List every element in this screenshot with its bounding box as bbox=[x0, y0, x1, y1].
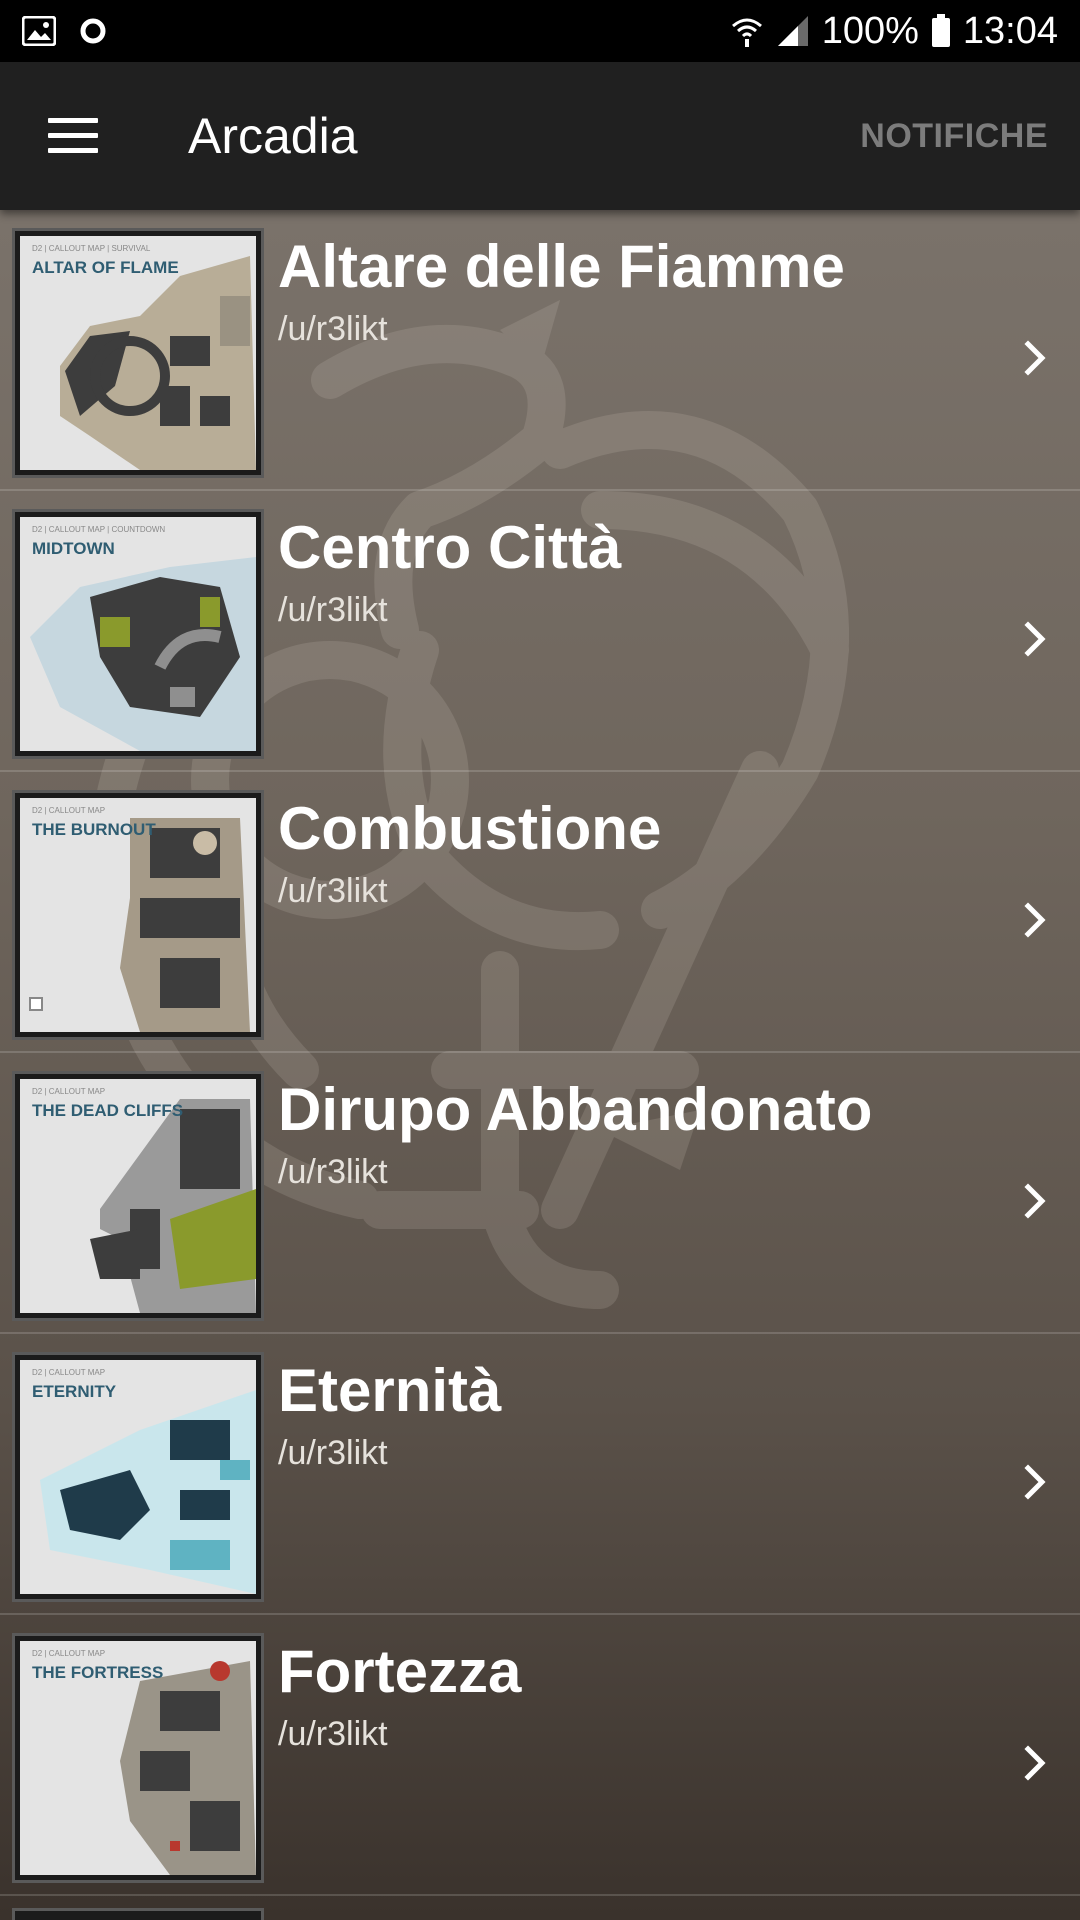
chevron-right-icon bbox=[1024, 1464, 1046, 1500]
thumb-small-label: D2 | CALLOUT MAP | COUNTDOWN bbox=[32, 525, 166, 534]
list-item[interactable]: D2 | CALLOUT MAP | SURVIVAL ALTAR OF FLA… bbox=[0, 210, 1080, 491]
map-thumbnail: D2 | CALLOUT MAP THE DEAD CLIFFS bbox=[12, 1071, 264, 1321]
map-author: /u/r3likt bbox=[278, 1434, 388, 1472]
thumb-map-label: THE BURNOUT bbox=[32, 820, 156, 839]
chevron-right-icon bbox=[1024, 1745, 1046, 1781]
status-left bbox=[22, 16, 108, 46]
map-author: /u/r3likt bbox=[278, 591, 388, 629]
map-title: Fortezza bbox=[278, 1638, 522, 1705]
map-author: /u/r3likt bbox=[278, 310, 388, 348]
map-title: Centro Città bbox=[278, 514, 622, 581]
list-item[interactable]: D2 | CALLOUT MAP ETERNITY Eternità /u/r3… bbox=[0, 1334, 1080, 1615]
thumb-map-label: THE DEAD CLIFFS bbox=[32, 1101, 184, 1120]
list-item-text: Eternità /u/r3likt bbox=[278, 1358, 501, 1473]
list-item-partial[interactable] bbox=[0, 1896, 1080, 1920]
map-list-container[interactable]: D2 | CALLOUT MAP | SURVIVAL ALTAR OF FLA… bbox=[0, 210, 1080, 1920]
signal-icon bbox=[777, 16, 808, 46]
map-author: /u/r3likt bbox=[278, 1153, 388, 1191]
thumb-map-label: MIDTOWN bbox=[32, 539, 115, 558]
circle-icon bbox=[80, 18, 106, 44]
list-item-text: Fortezza /u/r3likt bbox=[278, 1639, 521, 1754]
list-item-text: Combustione /u/r3likt bbox=[278, 796, 661, 911]
battery-icon bbox=[931, 14, 950, 47]
chevron-right-icon bbox=[1024, 1183, 1046, 1219]
thumb-small-label: D2 | CALLOUT MAP | SURVIVAL bbox=[32, 244, 151, 253]
thumb-small-label: D2 | CALLOUT MAP bbox=[32, 1087, 106, 1096]
battery-percent: 100% bbox=[821, 9, 919, 52]
wifi-icon bbox=[731, 18, 762, 47]
chevron-right-icon bbox=[1024, 621, 1046, 657]
map-thumbnail: D2 | CALLOUT MAP THE FORTRESS bbox=[12, 1633, 264, 1883]
thumb-small-label: D2 | CALLOUT MAP bbox=[32, 1649, 106, 1658]
list-item-text: Altare delle Fiamme /u/r3likt bbox=[278, 234, 845, 349]
map-thumbnail: D2 | CALLOUT MAP THE BURNOUT bbox=[12, 790, 264, 1040]
thumb-small-label: D2 | CALLOUT MAP bbox=[32, 806, 106, 815]
map-thumbnail: D2 | CALLOUT MAP ETERNITY bbox=[12, 1352, 264, 1602]
map-list: D2 | CALLOUT MAP | SURVIVAL ALTAR OF FLA… bbox=[0, 210, 1080, 1920]
thumb-map-label: ALTAR OF FLAME bbox=[32, 258, 179, 277]
thumb-map-label: THE FORTRESS bbox=[32, 1663, 164, 1682]
status-right: 100% 13:04 bbox=[730, 10, 1058, 53]
list-item-text: Centro Città /u/r3likt bbox=[278, 515, 621, 630]
hamburger-menu-icon[interactable] bbox=[48, 116, 100, 156]
status-bar: 100% 13:04 bbox=[0, 0, 1080, 62]
list-item[interactable]: D2 | CALLOUT MAP THE DEAD CLIFFS Dirupo … bbox=[0, 1053, 1080, 1334]
map-title: Altare delle Fiamme bbox=[278, 233, 845, 300]
app-bar: Arcadia NOTIFICHE bbox=[0, 62, 1080, 210]
map-author: /u/r3likt bbox=[278, 1715, 388, 1753]
map-title: Dirupo Abbandonato bbox=[278, 1076, 873, 1143]
list-item[interactable]: D2 | CALLOUT MAP THE FORTRESS Fortezza /… bbox=[0, 1615, 1080, 1896]
page-title: Arcadia bbox=[188, 108, 358, 164]
clock: 13:04 bbox=[962, 9, 1058, 52]
list-item[interactable]: D2 | CALLOUT MAP THE BURNOUT Combustione… bbox=[0, 772, 1080, 1053]
chevron-right-icon bbox=[1024, 340, 1046, 376]
list-item[interactable]: D2 | CALLOUT MAP | COUNTDOWN MIDTOWN Cen… bbox=[0, 491, 1080, 772]
thumb-small-label: D2 | CALLOUT MAP bbox=[32, 1368, 106, 1377]
image-icon bbox=[22, 16, 56, 46]
thumb-map-label: ETERNITY bbox=[32, 1382, 117, 1401]
map-thumbnail: D2 | CALLOUT MAP | COUNTDOWN MIDTOWN bbox=[12, 509, 264, 759]
chevron-right-icon bbox=[1024, 902, 1046, 938]
map-title: Combustione bbox=[278, 795, 662, 862]
map-thumbnail bbox=[12, 1908, 264, 1920]
map-author: /u/r3likt bbox=[278, 872, 388, 910]
map-title: Eternità bbox=[278, 1357, 502, 1424]
list-item-text: Dirupo Abbandonato /u/r3likt bbox=[278, 1077, 872, 1192]
map-thumbnail: D2 | CALLOUT MAP | SURVIVAL ALTAR OF FLA… bbox=[12, 228, 264, 478]
notifications-button[interactable]: NOTIFICHE bbox=[860, 117, 1048, 156]
